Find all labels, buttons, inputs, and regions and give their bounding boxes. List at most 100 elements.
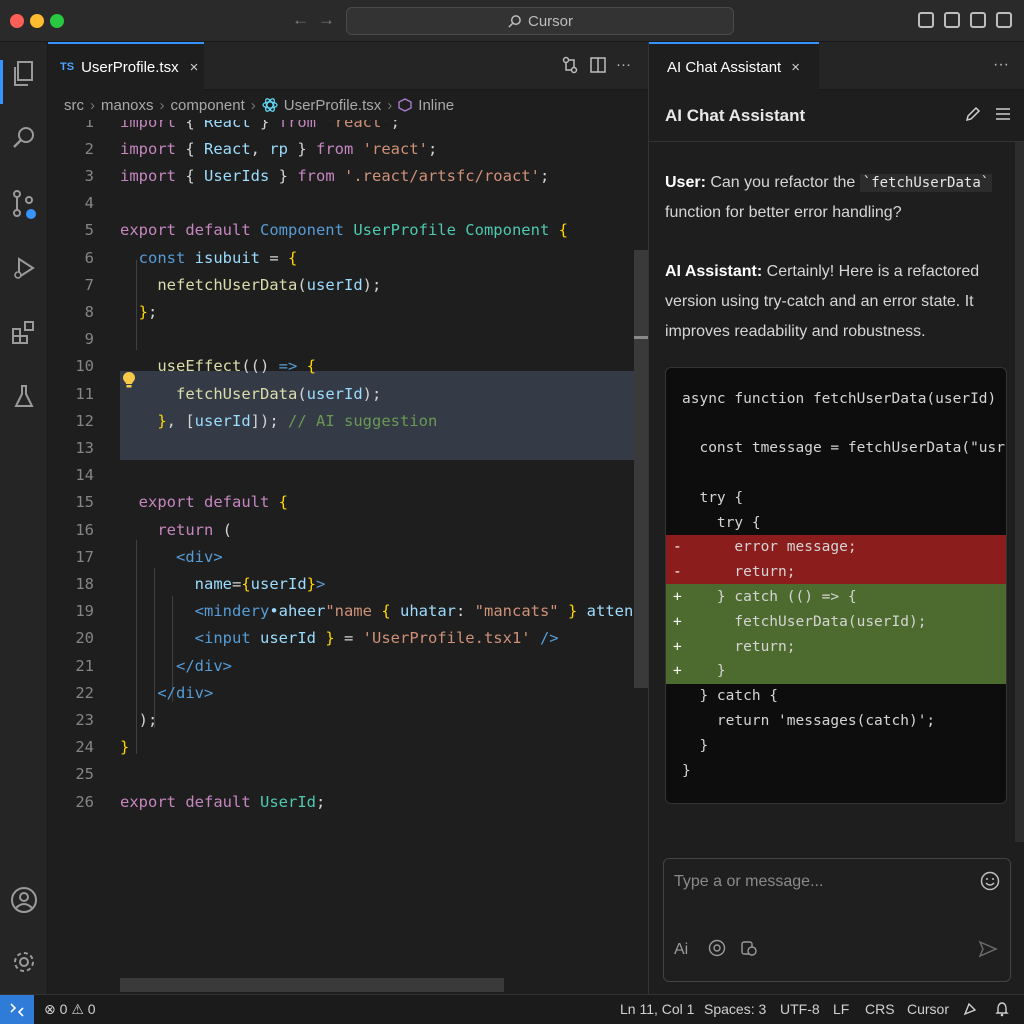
send-icon[interactable]: [978, 939, 998, 964]
code-line[interactable]: 1 import { React } from 'react';: [48, 120, 638, 135]
remote-icon[interactable]: [0, 995, 34, 1024]
code-line[interactable]: 2 import { React, rp } from 'react';: [48, 135, 638, 162]
more-actions-icon[interactable]: ···: [993, 56, 1009, 74]
code-line[interactable]: 23 );: [48, 706, 638, 733]
end-of-line[interactable]: LF: [833, 1001, 849, 1017]
problems-indicator[interactable]: ⊗ 0 ⚠ 0: [44, 1001, 96, 1018]
ai-model-label[interactable]: Ai: [674, 941, 688, 959]
split-editor-icon[interactable]: [590, 56, 606, 78]
code-line[interactable]: 7 nefetchUserData(userId);: [48, 271, 638, 298]
language-mode[interactable]: CRS: [865, 1001, 895, 1017]
code-line[interactable]: 15 export default {: [48, 489, 638, 516]
minimize-window-button[interactable]: [30, 14, 44, 28]
encoding[interactable]: UTF-8: [780, 1001, 820, 1017]
line-number: 26: [75, 792, 94, 811]
editor-horizontal-scrollbar[interactable]: [120, 978, 504, 992]
code-token: :: [455, 602, 475, 621]
code-token: }: [250, 120, 279, 131]
nav-forward-button[interactable]: →: [318, 10, 335, 30]
toggle-sidebar-icon[interactable]: [918, 12, 934, 28]
line-number: 19: [75, 602, 94, 621]
editor-vertical-scrollbar[interactable]: [634, 250, 648, 688]
edit-pen-icon[interactable]: [965, 106, 981, 126]
code-line[interactable]: 18 name={userId}>: [48, 570, 638, 597]
testing-flask-icon[interactable]: [10, 382, 38, 410]
close-tab-icon[interactable]: ×: [190, 59, 199, 76]
search-icon[interactable]: [10, 124, 38, 152]
compare-changes-icon[interactable]: [562, 56, 578, 78]
code-token: return: [157, 520, 214, 539]
emoji-icon[interactable]: [980, 871, 1000, 896]
code-line[interactable]: 13: [48, 434, 638, 461]
run-debug-icon[interactable]: [10, 254, 38, 282]
breadcrumb-item[interactable]: manoxs: [101, 97, 154, 114]
extensions-icon[interactable]: [10, 318, 38, 346]
code-token: UserIds: [204, 166, 270, 185]
feedback-icon[interactable]: [962, 1001, 978, 1020]
code-line[interactable]: 17 <div>: [48, 543, 638, 570]
code-line[interactable]: 14: [48, 462, 638, 489]
app-name[interactable]: Cursor: [907, 1001, 949, 1017]
breadcrumb-item[interactable]: component: [171, 97, 245, 114]
close-tab-icon[interactable]: ×: [791, 59, 800, 76]
code-line[interactable]: 25: [48, 761, 638, 788]
notifications-bell-icon[interactable]: [994, 1001, 1010, 1020]
line-content: <input userId } = 'UserProfile.tsx1' />: [120, 629, 559, 647]
customize-layout-icon[interactable]: [996, 12, 1012, 28]
breadcrumb-item[interactable]: src: [64, 97, 84, 114]
code-line[interactable]: 16 return (: [48, 516, 638, 543]
code-line[interactable]: 12 }, [userId]); // AI suggestion: [48, 407, 638, 434]
indentation[interactable]: Spaces: 3: [704, 1001, 766, 1017]
settings-gear-icon[interactable]: [10, 948, 38, 976]
code-line[interactable]: 26 export default UserId;: [48, 788, 638, 815]
line-content: const isubuit = {: [120, 249, 298, 267]
cursor-position[interactable]: Ln 11, Col 1: [620, 1001, 694, 1017]
code-token: </div>: [176, 656, 232, 675]
code-line[interactable]: 24}: [48, 734, 638, 761]
code-editor[interactable]: 1 import { React } from 'react'; 2 import {…: [48, 120, 648, 994]
toggle-secondary-sidebar-icon[interactable]: [970, 12, 986, 28]
diff-removed-line: - return;: [666, 559, 1006, 585]
code-line[interactable]: 6 const isubuit = {: [48, 244, 638, 271]
lightbulb-icon[interactable]: [122, 371, 136, 393]
code-line[interactable]: 10 useEffect(() => {: [48, 353, 638, 380]
close-window-button[interactable]: [10, 14, 24, 28]
code-token: uhatar: [390, 602, 456, 621]
tab-label: UserProfile.tsx: [81, 58, 179, 76]
explorer-icon[interactable]: [10, 60, 38, 88]
line-number: 21: [75, 656, 94, 675]
code-line[interactable]: 4: [48, 190, 638, 217]
code-token: rp: [269, 139, 289, 158]
code-line[interactable]: 3 import { UserIds } from '.react/artsfc/…: [48, 162, 638, 189]
code-line[interactable]: 9: [48, 326, 638, 353]
breadcrumb-item[interactable]: UserProfile.tsx: [284, 97, 382, 114]
toggle-panel-icon[interactable]: [944, 12, 960, 28]
line-content: );: [120, 711, 158, 729]
chat-scrollbar[interactable]: [1015, 142, 1024, 842]
tab-userprofile[interactable]: TS UserProfile.tsx ×: [48, 42, 204, 90]
code-line[interactable]: 11 fetchUserData(userId);: [48, 380, 638, 407]
code-line[interactable]: 8 };: [48, 298, 638, 325]
mention-icon[interactable]: [708, 939, 726, 962]
breadcrumb-item[interactable]: Inline: [418, 97, 454, 114]
command-search-bar[interactable]: Cursor: [346, 7, 734, 35]
tab-ai-chat[interactable]: AI Chat Assistant ×: [649, 42, 819, 90]
code-suggestion-block[interactable]: async function fetchUserData(userId) { c…: [665, 367, 1007, 804]
chat-input[interactable]: Type a or message... Ai: [663, 858, 1011, 982]
nav-back-button[interactable]: ←: [292, 10, 309, 30]
code-line[interactable]: 5 export default Component UserProfile Co…: [48, 217, 638, 244]
code-line[interactable]: 21 </div>: [48, 652, 638, 679]
source-control-icon[interactable]: [10, 190, 38, 219]
list-icon[interactable]: [995, 106, 1011, 126]
code-line[interactable]: 19 <mindery•aheer"name { uhatar: "mancat…: [48, 598, 648, 625]
more-actions-icon[interactable]: ···: [616, 56, 631, 73]
attach-icon[interactable]: [740, 939, 758, 962]
maximize-window-button[interactable]: [50, 14, 64, 28]
code-line[interactable]: 20 <input userId } = 'UserProfile.tsx1' …: [48, 625, 638, 652]
line-number: 1: [84, 120, 94, 131]
code-token: <mindery: [194, 602, 270, 621]
react-file-icon: [262, 98, 278, 112]
code-line[interactable]: 22 </div>: [48, 679, 638, 706]
account-icon[interactable]: [10, 886, 38, 914]
